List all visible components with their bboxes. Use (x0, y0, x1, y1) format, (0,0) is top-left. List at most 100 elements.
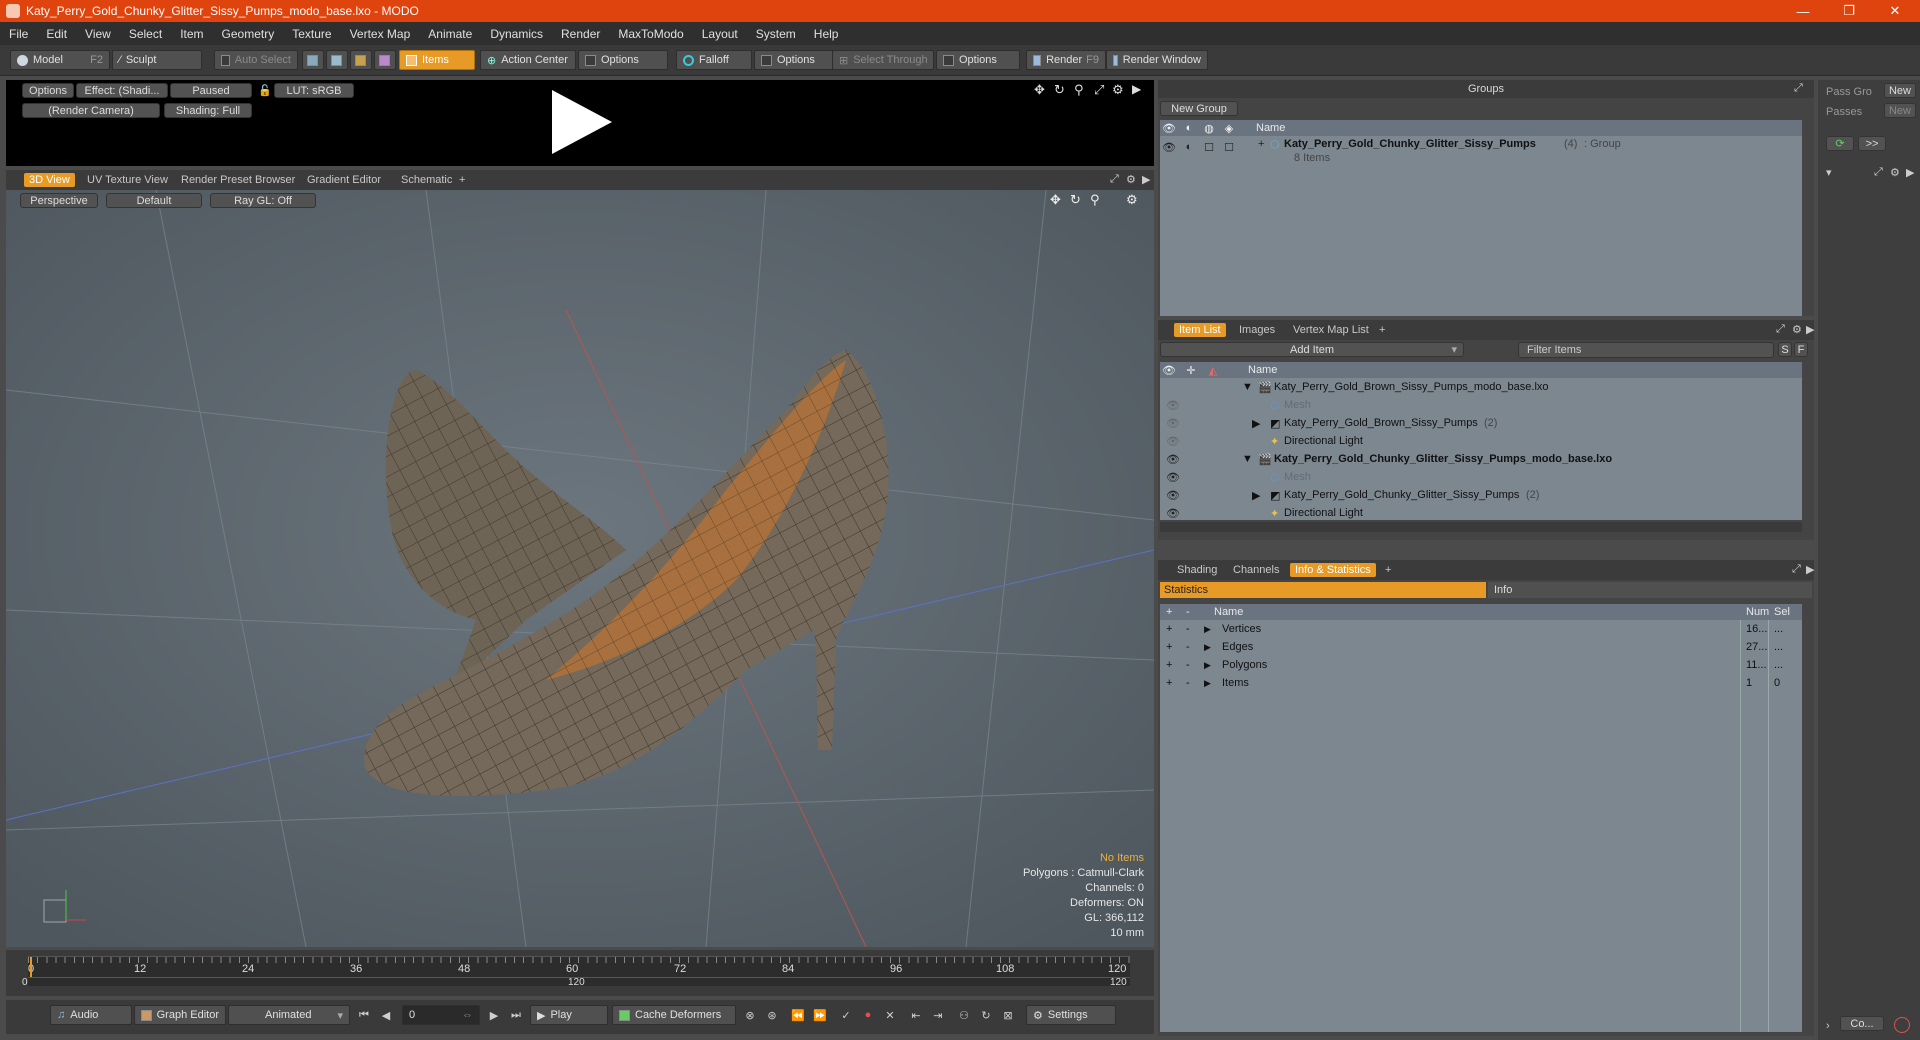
maximize-icon[interactable]: ⤢ (1094, 82, 1104, 98)
menu-layout[interactable]: Layout (693, 27, 747, 41)
chevron-down-icon[interactable]: ▼ (1242, 453, 1253, 465)
eye-icon[interactable]: 👁 (1166, 416, 1180, 430)
channel-refresh-icon[interactable]: ↻ (976, 1005, 996, 1025)
gear-icon[interactable]: ⚙ (1112, 82, 1124, 98)
shading-dropdown[interactable]: Shading: Full (164, 103, 252, 118)
frame-input[interactable]: 0 ⇔ (402, 1005, 480, 1025)
zoom-icon[interactable]: ⚲ (1074, 82, 1084, 98)
style-dropdown[interactable]: Default (106, 193, 202, 208)
menu-select[interactable]: Select (120, 27, 171, 41)
raygl-dropdown[interactable]: Ray GL: Off (210, 193, 316, 208)
expand-arrow-icon[interactable]: ▶ (1806, 323, 1814, 336)
select-checkbox-icon[interactable]: ☐ (1222, 140, 1236, 154)
add-item-dropdown[interactable]: Add Item ▾ (1160, 342, 1464, 357)
animated-dropdown[interactable]: Animated ▾ (228, 1005, 350, 1025)
record-icon[interactable]: ● (858, 1005, 878, 1025)
channel-lock-icon[interactable]: ⊠ (998, 1005, 1018, 1025)
select-through-options-button[interactable]: Options (936, 50, 1020, 70)
new-group-button[interactable]: New Group (1160, 101, 1238, 116)
lock-icon[interactable]: ◐ (1182, 121, 1196, 135)
add-icon[interactable]: + (1166, 623, 1172, 635)
remove-icon[interactable]: - (1186, 677, 1190, 689)
timeline-ruler[interactable]: 0 12 24 36 48 60 72 84 96 108 120 0 120 … (22, 956, 1130, 988)
item-row-mesh[interactable]: 👁 ⬡ Mesh (1160, 396, 1802, 414)
lock-icon[interactable]: ◐ (1182, 140, 1196, 154)
horizontal-scrollbar[interactable] (1160, 522, 1802, 532)
settings-button[interactable]: ⚙ Settings (1026, 1005, 1116, 1025)
item-row-scene-brown[interactable]: ▼ 🎬 Katy_Perry_Gold_Brown_Sissy_Pumps_mo… (1160, 378, 1802, 396)
item-row-light[interactable]: 👁 ✦ Directional Light (1160, 504, 1802, 522)
vertices-mode-button[interactable] (302, 50, 324, 70)
record-icon[interactable] (1894, 1017, 1910, 1033)
menu-help[interactable]: Help (805, 27, 848, 41)
expand-arrow-icon[interactable]: ▶ (1142, 173, 1150, 186)
stats-row-edges[interactable]: + - ▶ Edges 27... ... (1160, 638, 1802, 656)
stats-row-polygons[interactable]: + - ▶ Polygons 11... ... (1160, 656, 1802, 674)
menu-item[interactable]: Item (171, 27, 212, 41)
menu-texture[interactable]: Texture (283, 27, 340, 41)
gear-icon[interactable]: ⚙ (1792, 323, 1802, 336)
paused-toggle[interactable]: Paused (170, 83, 252, 98)
pan-icon[interactable]: ✥ (1050, 192, 1061, 208)
select-icon[interactable]: ◈ (1222, 121, 1236, 135)
item-row-group-brown[interactable]: 👁 ▶ ◩ Katy_Perry_Gold_Brown_Sissy_Pumps … (1160, 414, 1802, 432)
chevron-right-icon[interactable]: ▶ (1204, 660, 1211, 671)
menu-dynamics[interactable]: Dynamics (481, 27, 552, 41)
tab-info-statistics[interactable]: Info & Statistics (1290, 563, 1376, 577)
auto-key-icon[interactable]: ⊛ (762, 1005, 782, 1025)
refresh-icon[interactable]: ⟳ (1826, 136, 1854, 151)
playhead[interactable] (30, 957, 32, 977)
falloff-options-button[interactable]: Options (754, 50, 834, 70)
edges-mode-button[interactable] (326, 50, 348, 70)
menu-file[interactable]: File (0, 27, 37, 41)
render-button[interactable]: Render F9 (1026, 50, 1106, 70)
sculpt-mode-button[interactable]: ⁄ Sculpt (112, 50, 202, 70)
new-pass-button[interactable]: New (1884, 103, 1916, 118)
tab-render-preset-browser[interactable]: Render Preset Browser (176, 173, 300, 187)
eye-icon[interactable]: 👁 (1166, 398, 1180, 412)
add-icon[interactable]: + (1166, 659, 1172, 671)
delete-key-icon[interactable]: ✕ (880, 1005, 900, 1025)
play-button[interactable]: ▶ Play (530, 1005, 608, 1025)
rotate-icon[interactable]: ↻ (1054, 82, 1065, 98)
chevron-down-icon[interactable]: ▾ (1826, 166, 1832, 179)
graph-editor-button[interactable]: Graph Editor (134, 1005, 226, 1025)
gear-icon[interactable]: ⚙ (1126, 192, 1138, 208)
close-button[interactable]: ✕ (1872, 0, 1918, 22)
materials-mode-button[interactable] (374, 50, 396, 70)
statistics-subtab[interactable]: Statistics (1160, 582, 1486, 598)
item-row-group-glitter[interactable]: 👁 ▶ ◩ Katy_Perry_Gold_Chunky_Glitter_Sis… (1160, 486, 1802, 504)
chevron-right-icon[interactable]: ▶ (1204, 624, 1211, 635)
menu-system[interactable]: System (747, 27, 805, 41)
play-icon[interactable] (546, 86, 618, 158)
viewport-3d[interactable]: Perspective Default Ray GL: Off ✥ ↻ ⚲ ⚙ … (6, 190, 1154, 947)
cache-deformers-button[interactable]: Cache Deformers (612, 1005, 736, 1025)
stats-row-vertices[interactable]: + - ▶ Vertices 16... ... (1160, 620, 1802, 638)
gear-icon[interactable]: ⚙ (1890, 166, 1900, 179)
action-center-button[interactable]: ⊕ Action Center (480, 50, 576, 70)
eye-icon[interactable]: 👁 (1166, 506, 1180, 520)
chevron-down-icon[interactable]: ▼ (1242, 381, 1253, 393)
add-icon[interactable]: + (1166, 641, 1172, 653)
projection-dropdown[interactable]: Perspective (20, 193, 98, 208)
falloff-button[interactable]: Falloff (676, 50, 752, 70)
menu-edit[interactable]: Edit (37, 27, 76, 41)
expand-icon[interactable]: + (1258, 138, 1264, 150)
tab-shading[interactable]: Shading (1172, 563, 1222, 577)
jump-prev-icon[interactable]: ⇤ (906, 1005, 926, 1025)
effect-dropdown[interactable]: Effect: (Shadi... (76, 83, 168, 98)
menu-view[interactable]: View (76, 27, 120, 41)
audio-button[interactable]: ♫ Audio (50, 1005, 132, 1025)
add-tab-button[interactable]: + (454, 173, 470, 187)
prev-frame-icon[interactable]: ◀ (376, 1005, 396, 1025)
maximize-icon[interactable]: ⤢ (1776, 323, 1785, 336)
camera-dropdown[interactable]: (Render Camera) (22, 103, 160, 118)
item-row-scene-glitter[interactable]: 👁 ▼ 🎬 Katy_Perry_Gold_Chunky_Glitter_Sis… (1160, 450, 1802, 468)
render-window-button[interactable]: Render Window (1106, 50, 1208, 70)
maximize-icon[interactable]: ⤢ (1110, 173, 1119, 186)
action-center-options-button[interactable]: Options (578, 50, 668, 70)
add-all-icon[interactable]: + (1166, 606, 1172, 618)
polygons-mode-button[interactable] (350, 50, 372, 70)
co-button[interactable]: Co... (1840, 1016, 1884, 1031)
preview-options-button[interactable]: Options (22, 83, 74, 98)
